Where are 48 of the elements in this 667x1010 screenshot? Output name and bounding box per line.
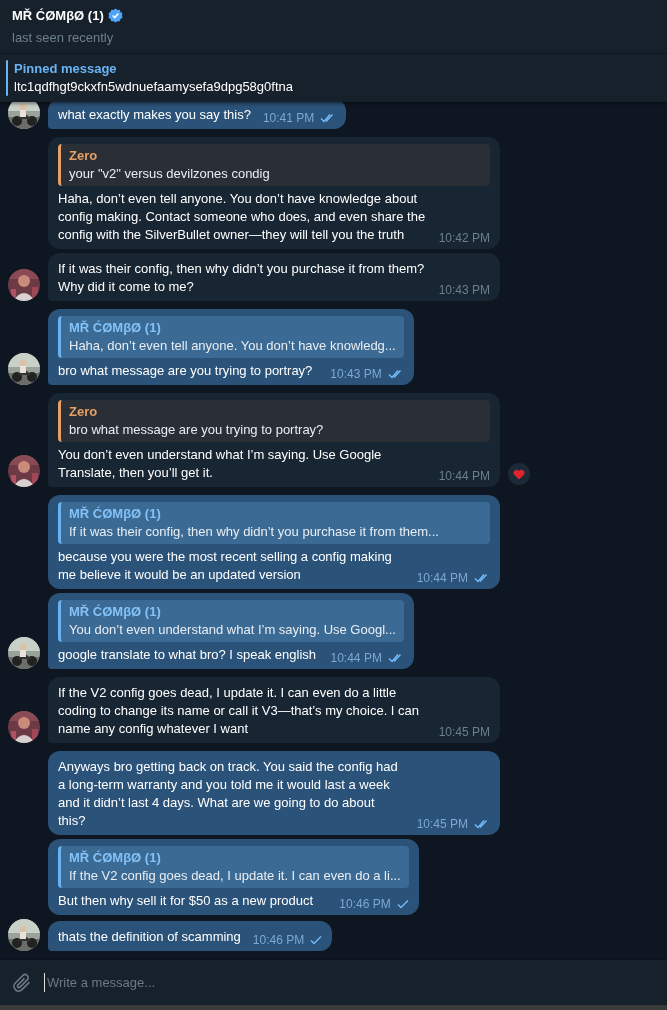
message-text: If the V2 config goes dead, I update it. I can even do a little coding to change its name or call it V3—that’s my choice. I can name any config whatever I want [58,684,421,738]
heart-icon [513,468,525,480]
message-time: 10:46 PM [339,896,391,913]
message-text: what exactly makes you say this? [58,106,251,124]
reply-text: your "v2" versus devilzones condig [69,165,271,183]
reply-text: Haha, don’t even tell anyone. You don’t have knowledg... [69,337,396,355]
message-text: You don’t even understand what I’m saying. Use Google Translate, then you’ll get it. [58,446,383,482]
message-text: bro what message are you trying to portray? [58,362,314,380]
reply-author: Zero [69,147,99,165]
message-time: 10:45 PM [416,816,468,833]
message-time: 10:46 PM [252,932,305,949]
reply-author: Zero [69,403,99,421]
pinned-label: Pinned message [14,60,118,78]
message-time: 10:44 PM [330,650,382,667]
reply-author: MŘ ĆØMβØ (1) [69,603,162,621]
pinned-message-bar[interactable]: Pinned message ltc1qdfhgt9ckxfn5wdnuefaamysefa9dpg58g0ftna [0,53,667,102]
reply-author: MŘ ĆØMβØ (1) [69,849,162,867]
message-time: 10:44 PM [416,570,468,587]
status-text: last seen recently [12,28,115,47]
reply-text: If the V2 config goes dead, I update it. I can even do a li... [69,867,401,885]
chat-title: MŘ ĆØMβØ (1) [12,7,104,25]
reaction-badge[interactable] [508,463,530,485]
message-time: 10:44 PM [438,468,490,485]
reply-author: MŘ ĆØMβØ (1) [69,319,162,337]
reply-quote[interactable]: Zero your "v2" versus devilzones condig [58,144,490,186]
message-text: google translate to what bro? I speak english [58,646,317,664]
message-text: Anyways bro getting back on track. You said the config had a long-term warranty and you told me it would last a week and it didn’t last 4 days. What are we going to do about this? [58,758,399,830]
reply-quote[interactable]: MŘ ĆØMβØ (1) If the V2 config goes dead, I update it. I can even do a li... [58,846,409,888]
message-text: because you were the most recent selling a config making me believe it would be an updated version [58,548,393,584]
reply-quote[interactable]: Zero bro what message are you trying to portray? [58,400,490,442]
message-time: 10:42 PM [438,230,490,247]
message-time: 10:43 PM [438,282,490,299]
message-time: 10:43 PM [330,366,382,383]
reply-author: MŘ ĆØMβØ (1) [69,505,162,523]
message-text: Haha, don’t even tell anyone. You don’t have knowledge about config making. Contact someone who does, and even share the config with the SilverBullet owner—they will tell you the truth [58,190,427,244]
reply-quote[interactable]: MŘ ĆØMβØ (1) You don’t even understand what I’m saying. Use Googl... [58,600,404,642]
pinned-text: ltc1qdfhgt9ckxfn5wdnuefaamysefa9dpg58g0ftna [14,78,293,96]
message-time: 10:45 PM [438,724,490,741]
message-text: But then why sell it for $50 as a new product [58,892,315,910]
reply-text: You don’t even understand what I’m saying. Use Googl... [69,621,396,639]
message-text: thats the definition of scamming [58,928,241,946]
message-text: If it was their config, then why didn’t you purchase it from them? Why did it come to me? [58,260,426,296]
attach-icon[interactable] [12,972,32,993]
message-time: 10:41 PM [262,110,315,127]
reply-text: If it was their config, then why didn’t you purchase it from them... [69,523,440,541]
reply-quote[interactable]: MŘ ĆØMβØ (1) Haha, don’t even tell anyone. You don’t have knowledg... [58,316,404,358]
reply-text: bro what message are you trying to portray? [69,421,325,439]
reply-quote[interactable]: MŘ ĆØMβØ (1) If it was their config, then why didn’t you purchase it from them... [58,502,490,544]
